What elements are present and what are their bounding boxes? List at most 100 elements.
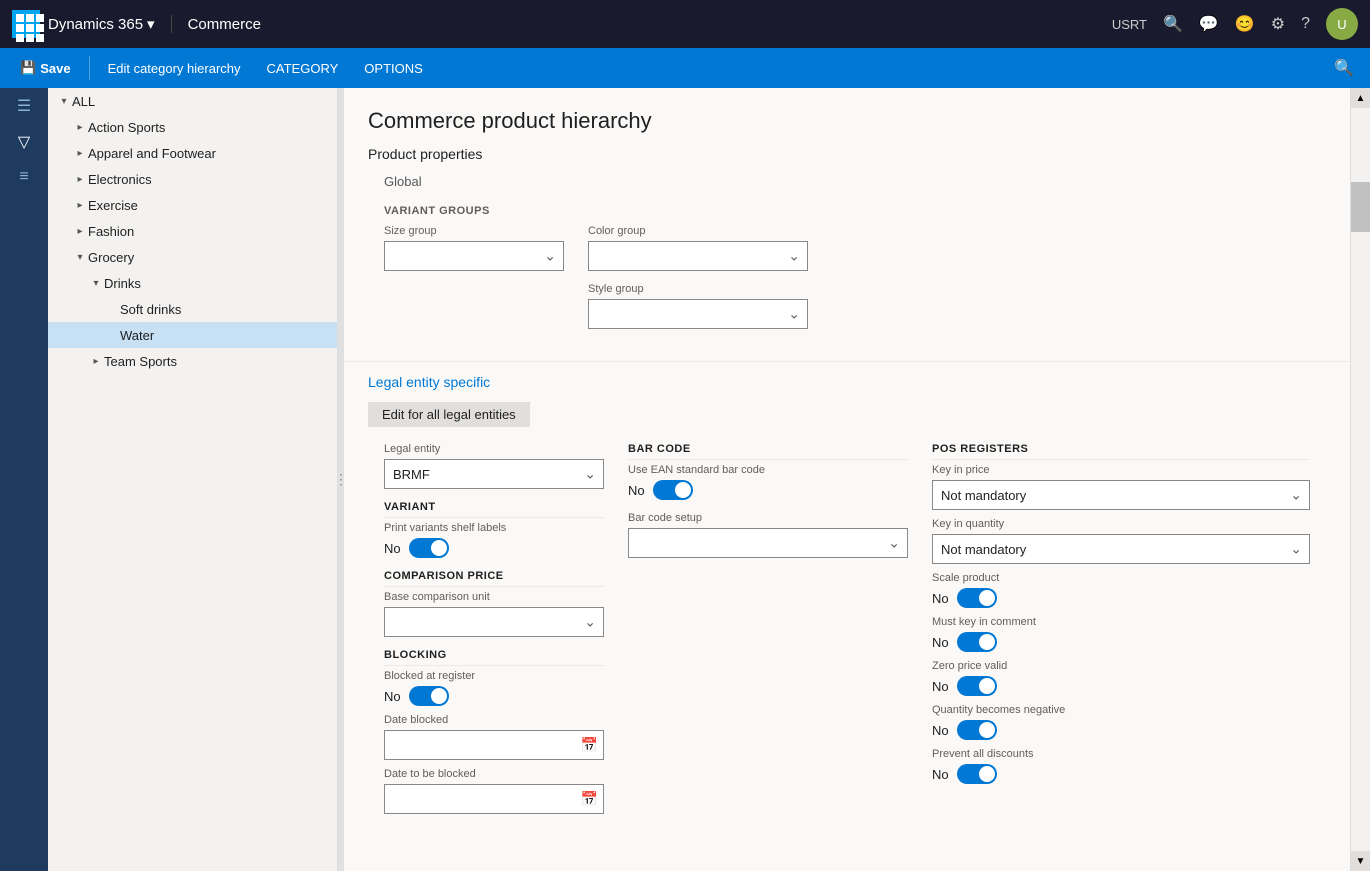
tree-item-water[interactable]: Water bbox=[48, 322, 337, 348]
zero-price-valid-toggle[interactable] bbox=[957, 676, 997, 696]
scale-product-toggle[interactable] bbox=[957, 588, 997, 608]
chat-icon[interactable]: 💬 bbox=[1199, 14, 1219, 34]
scale-product-label: Scale product bbox=[932, 572, 1310, 584]
date-blocked-label: Date blocked bbox=[384, 714, 604, 726]
search-icon[interactable]: 🔍 bbox=[1163, 14, 1183, 34]
blocked-at-register-no-label: No bbox=[384, 689, 401, 704]
tree-item-fashion[interactable]: ▸ Fashion bbox=[48, 218, 337, 244]
category-button[interactable]: CATEGORY bbox=[255, 48, 351, 88]
title-chevron[interactable]: ▾ bbox=[147, 15, 155, 33]
toggle-drinks[interactable]: ▾ bbox=[88, 275, 104, 291]
size-group-label: Size group bbox=[384, 225, 564, 237]
tree-item-electronics[interactable]: ▸ Electronics bbox=[48, 166, 337, 192]
toggle-all[interactable]: ▾ bbox=[56, 93, 72, 109]
product-properties-title: Product properties bbox=[368, 146, 1326, 162]
blocked-at-register-label: Blocked at register bbox=[384, 670, 604, 682]
tree-item-drinks[interactable]: ▾ Drinks bbox=[48, 270, 337, 296]
scale-product-field: Scale product No bbox=[932, 572, 1310, 608]
legal-entity-section: Legal entity specific Edit for all legal… bbox=[344, 374, 1350, 834]
product-properties-section: Product properties Global VARIANT GROUPS… bbox=[344, 146, 1350, 349]
toggle-fashion[interactable]: ▸ bbox=[72, 223, 88, 239]
tree-panel: ▾ ALL ▸ Action Sports ▸ Apparel and Foot… bbox=[48, 88, 338, 871]
toggle-grocery[interactable]: ▾ bbox=[72, 249, 88, 265]
tree-item-team-sports[interactable]: ▸ Team Sports bbox=[48, 348, 337, 374]
options-label: OPTIONS bbox=[364, 61, 423, 76]
tree-label-apparel: Apparel and Footwear bbox=[88, 146, 329, 161]
key-in-price-select[interactable]: Not mandatoryMandatoryMust not key in bbox=[932, 480, 1310, 510]
key-in-quantity-label: Key in quantity bbox=[932, 518, 1310, 530]
bar-code-header: BAR CODE bbox=[628, 443, 908, 460]
toggle-exercise[interactable]: ▸ bbox=[72, 197, 88, 213]
toggle-team-sports[interactable]: ▸ bbox=[88, 353, 104, 369]
toggle-apparel[interactable]: ▸ bbox=[72, 145, 88, 161]
tree-item-all[interactable]: ▾ ALL bbox=[48, 88, 337, 114]
size-group-select[interactable] bbox=[384, 241, 564, 271]
toggle-electronics[interactable]: ▸ bbox=[72, 171, 88, 187]
tree-item-action-sports[interactable]: ▸ Action Sports bbox=[48, 114, 337, 140]
side-icons-panel: ☰ ▽ ≡ bbox=[0, 88, 48, 871]
use-ean-toggle-row: No bbox=[628, 480, 908, 500]
zero-price-valid-no-label: No bbox=[932, 679, 949, 694]
avatar[interactable]: U bbox=[1326, 8, 1358, 40]
scroll-thumb[interactable] bbox=[1351, 182, 1370, 232]
divider-1 bbox=[344, 361, 1350, 362]
help-icon[interactable]: ? bbox=[1301, 15, 1310, 33]
base-comparison-select[interactable] bbox=[384, 607, 604, 637]
legal-entity-select[interactable]: BRMF bbox=[384, 459, 604, 489]
quantity-becomes-negative-toggle[interactable] bbox=[957, 720, 997, 740]
variant-section: VARIANT Print variants shelf labels No bbox=[384, 501, 604, 558]
options-button[interactable]: OPTIONS bbox=[352, 48, 435, 88]
tree-item-grocery[interactable]: ▾ Grocery bbox=[48, 244, 337, 270]
use-ean-no-label: No bbox=[628, 483, 645, 498]
waffle-menu[interactable] bbox=[12, 10, 40, 38]
date-blocked-field: Date blocked 📅 bbox=[384, 714, 604, 760]
pos-registers-header: POS REGISTERS bbox=[932, 443, 1310, 460]
edit-category-hierarchy-button[interactable]: Edit category hierarchy bbox=[96, 48, 253, 88]
blocked-at-register-field: Blocked at register No bbox=[384, 670, 604, 706]
prevent-all-discounts-toggle[interactable] bbox=[957, 764, 997, 784]
quantity-becomes-negative-label: Quantity becomes negative bbox=[932, 704, 1310, 716]
blocking-header: BLOCKING bbox=[384, 649, 604, 666]
key-in-price-label: Key in price bbox=[932, 464, 1310, 476]
scroll-up-btn[interactable]: ▲ bbox=[1351, 88, 1370, 108]
tree-item-soft-drinks[interactable]: Soft drinks bbox=[48, 296, 337, 322]
date-to-be-blocked-input-wrapper: 📅 bbox=[384, 784, 604, 814]
bar-code-setup-select[interactable] bbox=[628, 528, 908, 558]
key-in-quantity-select[interactable]: Not mandatoryMandatoryMust not key in bbox=[932, 534, 1310, 564]
col-3: POS REGISTERS Key in price Not mandatory… bbox=[932, 443, 1310, 814]
key-in-quantity-field: Key in quantity Not mandatoryMandatoryMu… bbox=[932, 518, 1310, 564]
color-group-select[interactable] bbox=[588, 241, 808, 271]
blocked-at-register-toggle[interactable] bbox=[409, 686, 449, 706]
face-icon[interactable]: 😊 bbox=[1235, 14, 1255, 34]
top-navigation: Dynamics 365 ▾ Commerce USRT 🔍 💬 😊 ⚙ ? U bbox=[0, 0, 1370, 48]
date-blocked-input[interactable] bbox=[384, 730, 604, 760]
filter-icon[interactable]: ▽ bbox=[18, 132, 30, 152]
date-to-be-blocked-input[interactable] bbox=[384, 784, 604, 814]
hamburger-icon[interactable]: ☰ bbox=[17, 96, 31, 116]
use-ean-toggle[interactable] bbox=[653, 480, 693, 500]
print-variants-toggle[interactable] bbox=[409, 538, 449, 558]
right-scrollbar[interactable]: ▲ ▼ bbox=[1350, 88, 1370, 871]
tree-item-exercise[interactable]: ▸ Exercise bbox=[48, 192, 337, 218]
zero-price-valid-label: Zero price valid bbox=[932, 660, 1310, 672]
legal-entity-select-wrapper: BRMF bbox=[384, 459, 604, 489]
toggle-action-sports[interactable]: ▸ bbox=[72, 119, 88, 135]
must-key-in-comment-toggle[interactable] bbox=[957, 632, 997, 652]
module-title: Commerce bbox=[188, 16, 261, 33]
col-1: Legal entity BRMF VARIANT Print variants… bbox=[384, 443, 604, 814]
main-layout: ☰ ▽ ≡ ▾ ALL ▸ Action Sports ▸ Apparel an… bbox=[0, 88, 1370, 871]
quantity-becomes-negative-toggle-row: No bbox=[932, 720, 1310, 740]
list-icon[interactable]: ≡ bbox=[19, 168, 28, 186]
date-to-be-blocked-label: Date to be blocked bbox=[384, 768, 604, 780]
user-label: USRT bbox=[1112, 17, 1147, 32]
settings-icon[interactable]: ⚙ bbox=[1271, 14, 1285, 34]
style-group-select[interactable] bbox=[588, 299, 808, 329]
legal-entity-field: Legal entity BRMF bbox=[384, 443, 604, 489]
command-search-icon[interactable]: 🔍 bbox=[1326, 54, 1362, 82]
edit-all-legal-entities-button[interactable]: Edit for all legal entities bbox=[368, 402, 530, 427]
tree-item-apparel[interactable]: ▸ Apparel and Footwear bbox=[48, 140, 337, 166]
legal-entity-specific-title: Legal entity specific bbox=[368, 374, 1326, 390]
legal-entity-label: Legal entity bbox=[384, 443, 604, 455]
save-button[interactable]: 💾 Save bbox=[8, 48, 83, 88]
scroll-down-btn[interactable]: ▼ bbox=[1351, 851, 1370, 871]
